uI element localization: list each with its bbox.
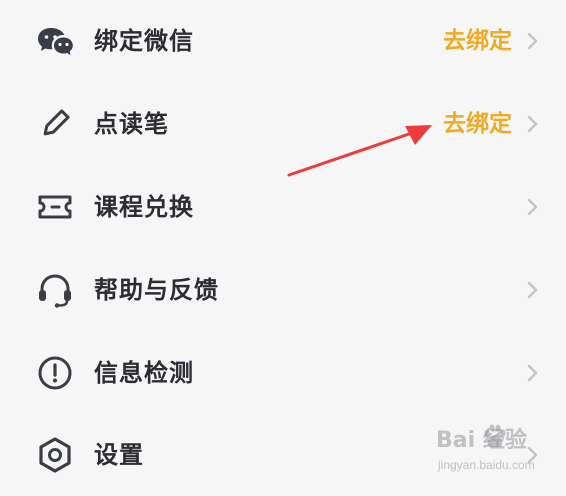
chevron-right-icon	[526, 114, 540, 134]
wechat-icon	[35, 21, 75, 61]
menu-item-label: 课程兑换	[94, 193, 194, 221]
menu-item-label: 帮助与反馈	[94, 276, 219, 304]
menu-item-label: 点读笔	[94, 110, 169, 138]
settings-menu: 绑定微信 去绑定 点读笔 去绑定 课程兑换 帮助与反馈 信息检测 设置	[0, 0, 566, 488]
bind-action-link[interactable]: 去绑定	[443, 0, 512, 82]
watermark-site: jingyan.baidu.com	[438, 458, 535, 472]
hexagon-settings-icon	[35, 435, 75, 475]
ticket-icon	[35, 187, 75, 227]
menu-item-bind-wechat[interactable]: 绑定微信 去绑定	[0, 0, 566, 82]
menu-item-help-feedback[interactable]: 帮助与反馈	[0, 249, 566, 331]
menu-item-info-check[interactable]: 信息检测	[0, 332, 566, 414]
menu-item-reading-pen[interactable]: 点读笔 去绑定	[0, 83, 566, 165]
paw-icon	[484, 424, 506, 448]
chevron-right-icon	[526, 363, 540, 383]
chevron-right-icon	[526, 197, 540, 217]
headset-icon	[35, 270, 75, 310]
chevron-right-icon	[526, 31, 540, 51]
menu-item-label: 设置	[94, 441, 144, 469]
chevron-right-icon	[526, 280, 540, 300]
pen-icon	[35, 104, 75, 144]
menu-item-label: 信息检测	[94, 359, 194, 387]
alert-circle-icon	[35, 353, 75, 393]
baidu-jingyan-watermark: Bai 经验 jingyan.baidu.com	[436, 420, 562, 484]
bind-action-link[interactable]: 去绑定	[443, 83, 512, 165]
menu-item-label: 绑定微信	[94, 27, 194, 55]
menu-item-course-redeem[interactable]: 课程兑换	[0, 166, 566, 248]
